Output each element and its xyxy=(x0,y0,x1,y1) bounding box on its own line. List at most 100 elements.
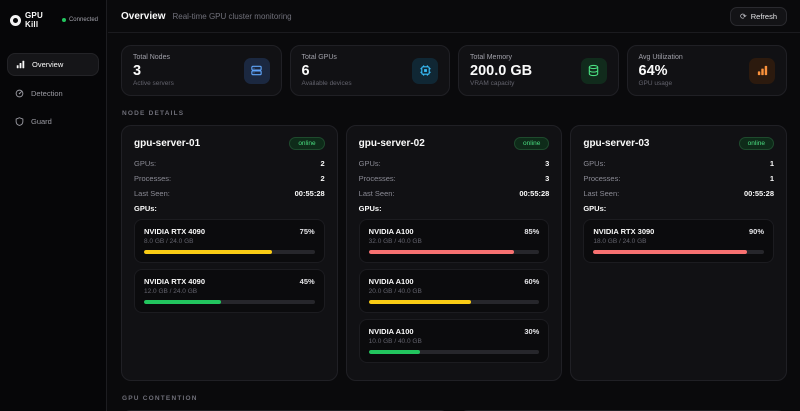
gpu-memory: 32.0 GB / 40.0 GB xyxy=(369,238,540,245)
info-value: 2 xyxy=(321,174,325,183)
node-header: gpu-server-02 online xyxy=(359,137,550,150)
gpu-memory: 12.0 GB / 24.0 GB xyxy=(144,288,315,295)
brand: GPU Kill Connected xyxy=(0,0,106,39)
info-value: 00:55:28 xyxy=(519,189,549,198)
node-info: GPUs: 3 Processes: 3 Last Seen: 00:55:28 xyxy=(359,159,550,198)
connection-label: Connected xyxy=(69,17,98,23)
stat-text: Total Memory 200.0 GB VRAM capacity xyxy=(470,54,532,87)
gpu-row: NVIDIA A100 60% 20.0 GB / 40.0 GB xyxy=(359,269,550,313)
info-label: Last Seen: xyxy=(134,189,170,198)
info-label: Processes: xyxy=(583,174,620,183)
stat-label: Total Nodes xyxy=(133,54,174,61)
node-info: GPUs: 2 Processes: 2 Last Seen: 00:55:28 xyxy=(134,159,325,198)
utilization-bar-fill xyxy=(593,250,747,254)
info-value: 1 xyxy=(770,159,774,168)
page-header: Overview Real-time GPU cluster monitorin… xyxy=(108,0,800,33)
gpu-memory: 8.0 GB / 24.0 GB xyxy=(144,238,315,245)
info-row-processes: Processes: 1 xyxy=(583,174,774,183)
node-card-gpu-server-03: gpu-server-03 online GPUs: 1 Processes: … xyxy=(570,125,787,381)
gpu-model: NVIDIA A100 xyxy=(369,277,414,286)
info-value: 2 xyxy=(321,159,325,168)
gpu-memory: 10.0 GB / 40.0 GB xyxy=(369,338,540,345)
stat-text: Total Nodes 3 Active servers xyxy=(133,54,174,87)
gpu-model: NVIDIA RTX 3090 xyxy=(593,227,654,236)
utilization-bar xyxy=(144,250,315,254)
node-card-gpu-server-01: gpu-server-01 online GPUs: 2 Processes: … xyxy=(121,125,338,381)
stat-text: Avg Utilization 64% GPU usage xyxy=(639,54,683,87)
stat-card-avg-utilization: Avg Utilization 64% GPU usage xyxy=(627,45,788,96)
sidebar-item-guard[interactable]: Guard xyxy=(7,111,99,132)
node-header: gpu-server-03 online xyxy=(583,137,774,150)
shield-icon xyxy=(15,117,24,126)
info-value: 3 xyxy=(545,174,549,183)
sidebar-item-detection[interactable]: Detection xyxy=(7,83,99,104)
utilization-bar-fill xyxy=(144,300,221,304)
sidebar-item-label: Overview xyxy=(32,60,63,69)
gpu-utilization: 45% xyxy=(300,277,315,286)
node-cards-row: gpu-server-01 online GPUs: 2 Processes: … xyxy=(121,125,787,381)
sidebar-nav: Overview Detection Guard xyxy=(0,53,106,132)
utilization-bar-fill xyxy=(144,250,272,254)
info-value: 00:55:28 xyxy=(295,189,325,198)
memory-icon xyxy=(581,58,607,84)
gpu-utilization: 85% xyxy=(524,227,539,236)
utilization-bar xyxy=(369,300,540,304)
node-header: gpu-server-01 online xyxy=(134,137,325,150)
info-row-processes: Processes: 3 xyxy=(359,174,550,183)
utilization-bar xyxy=(144,300,315,304)
info-label: Last Seen: xyxy=(359,189,395,198)
node-name: gpu-server-03 xyxy=(583,138,649,149)
node-name: gpu-server-01 xyxy=(134,138,200,149)
status-badge: online xyxy=(289,137,324,150)
stat-card-total-gpus: Total GPUs 6 Available devices xyxy=(290,45,451,96)
gpu-memory: 18.0 GB / 24.0 GB xyxy=(593,238,764,245)
bar-chart-icon xyxy=(16,60,25,69)
stat-value: 3 xyxy=(133,63,174,79)
stat-sub: GPU usage xyxy=(639,80,683,87)
gpu-contention-section-label: GPU CONTENTION xyxy=(122,395,786,402)
stat-sub: Available devices xyxy=(302,80,352,87)
node-name: gpu-server-02 xyxy=(359,138,425,149)
gpu-row: NVIDIA RTX 4090 45% 12.0 GB / 24.0 GB xyxy=(134,269,325,313)
page-title: Overview xyxy=(121,11,165,22)
utilization-icon xyxy=(749,58,775,84)
stat-sub: Active servers xyxy=(133,80,174,87)
info-label: GPUs: xyxy=(583,159,605,168)
node-card-gpu-server-02: gpu-server-02 online GPUs: 3 Processes: … xyxy=(346,125,563,381)
stat-sub: VRAM capacity xyxy=(470,80,532,87)
gpu-model: NVIDIA RTX 4090 xyxy=(144,277,205,286)
gpu-list-label: GPUs: xyxy=(583,204,774,213)
page-subtitle: Real-time GPU cluster monitoring xyxy=(172,12,291,21)
utilization-bar xyxy=(369,350,540,354)
stat-value: 200.0 GB xyxy=(470,63,532,79)
info-value: 3 xyxy=(545,159,549,168)
gpu-row: NVIDIA A100 85% 32.0 GB / 40.0 GB xyxy=(359,219,550,263)
gpu-model: NVIDIA A100 xyxy=(369,227,414,236)
stat-value: 64% xyxy=(639,63,683,79)
utilization-bar xyxy=(369,250,540,254)
info-value: 00:55:28 xyxy=(744,189,774,198)
sidebar-item-overview[interactable]: Overview xyxy=(7,53,99,76)
stat-value: 6 xyxy=(302,63,352,79)
sidebar: GPU Kill Connected Overview Detection Gu… xyxy=(0,0,107,411)
node-info: GPUs: 1 Processes: 1 Last Seen: 00:55:28 xyxy=(583,159,774,198)
gpu-row: NVIDIA A100 30% 10.0 GB / 40.0 GB xyxy=(359,319,550,363)
info-value: 1 xyxy=(770,174,774,183)
utilization-bar-fill xyxy=(369,300,471,304)
gpu-list-label: GPUs: xyxy=(359,204,550,213)
info-row-processes: Processes: 2 xyxy=(134,174,325,183)
stat-label: Total Memory xyxy=(470,54,532,61)
content: Total Nodes 3 Active servers Total GPUs … xyxy=(108,33,800,411)
info-label: Last Seen: xyxy=(583,189,619,198)
gpu-list-label: GPUs: xyxy=(134,204,325,213)
utilization-bar xyxy=(593,250,764,254)
node-details-section-label: NODE DETAILS xyxy=(122,110,786,117)
info-row-last-seen: Last Seen: 00:55:28 xyxy=(583,189,774,198)
info-label: Processes: xyxy=(359,174,396,183)
refresh-button[interactable]: ⟳ Refresh xyxy=(730,7,787,26)
gpu-memory: 20.0 GB / 40.0 GB xyxy=(369,288,540,295)
utilization-bar-fill xyxy=(369,250,514,254)
gpu-kill-dashboard: GPU Kill Connected Overview Detection Gu… xyxy=(0,0,800,411)
stat-card-total-nodes: Total Nodes 3 Active servers xyxy=(121,45,282,96)
sidebar-item-label: Detection xyxy=(31,89,63,98)
